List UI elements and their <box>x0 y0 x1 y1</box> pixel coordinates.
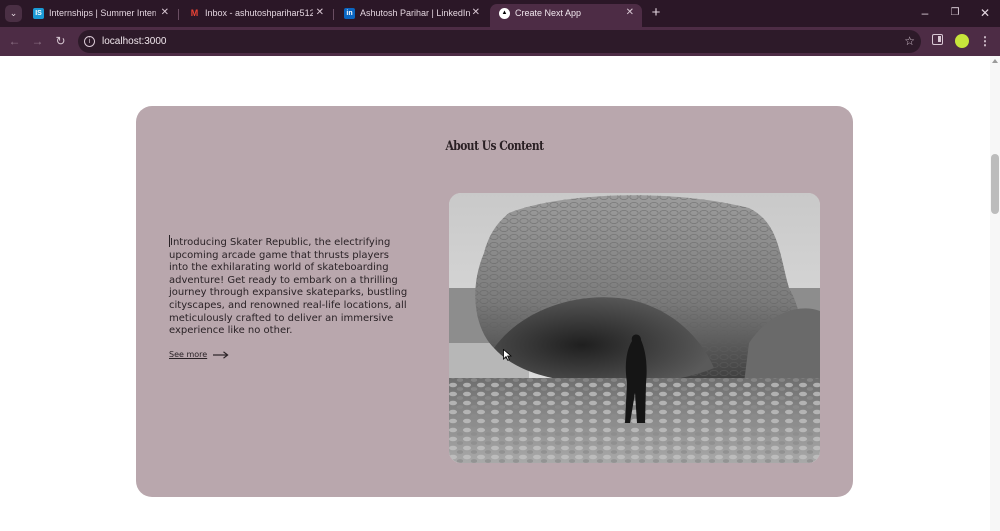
bookmark-star-icon[interactable]: ☆ <box>904 30 915 53</box>
scrollbar-thumb[interactable] <box>991 154 999 214</box>
reload-icon[interactable]: ↻ <box>52 33 69 50</box>
gmail-favicon-icon: M <box>190 8 199 18</box>
see-more-link[interactable]: See more <box>169 350 229 359</box>
close-icon[interactable]: ✕ <box>316 4 324 22</box>
rock-beach-photo <box>449 193 820 463</box>
tab-gmail-inbox[interactable]: M Inbox - ashutoshparihar512@g ✕ <box>180 4 332 27</box>
back-arrow-icon[interactable]: ← <box>6 33 23 50</box>
site-info-icon[interactable]: i <box>84 36 95 47</box>
page-scrollbar[interactable] <box>990 56 1000 531</box>
forward-arrow-icon[interactable]: → <box>29 33 46 50</box>
about-photo <box>449 193 820 463</box>
browser-toolbar: ← → ↻ i localhost:3000 ☆ <box>0 27 1000 56</box>
tab-title: Internships | Summer Internshi <box>49 8 156 18</box>
tab-divider <box>333 9 334 20</box>
about-body-text: Introducing Skater Republic, the electri… <box>169 237 408 337</box>
tab-create-next-app[interactable]: ▲ Create Next App ✕ <box>490 4 642 27</box>
new-tab-plus-icon[interactable]: + <box>648 4 664 22</box>
address-bar[interactable]: i localhost:3000 ☆ <box>78 30 921 53</box>
scroll-up-arrow-icon[interactable] <box>992 59 998 63</box>
tab-search-button[interactable]: ⌄ <box>5 5 22 22</box>
profile-avatar[interactable] <box>955 34 969 48</box>
browser-menu-kebab-icon[interactable]: ⋮ <box>979 33 991 49</box>
see-more-label[interactable]: See more <box>169 350 207 359</box>
close-window-icon[interactable]: ✕ <box>970 0 1000 26</box>
close-icon[interactable]: ✕ <box>472 4 480 22</box>
tab-divider <box>178 9 179 20</box>
tab-linkedin[interactable]: in Ashutosh Parihar | LinkedIn ✕ <box>335 4 488 27</box>
page-viewport: About Us Content Introducing Skater Repu… <box>0 56 990 531</box>
close-icon[interactable]: ✕ <box>161 4 169 22</box>
tab-title: Inbox - ashutoshparihar512@g <box>205 8 313 18</box>
url-text[interactable]: localhost:3000 <box>102 30 167 53</box>
about-us-heading: About Us Content <box>445 139 544 154</box>
linkedin-favicon-icon: in <box>344 8 355 19</box>
close-icon[interactable]: ✕ <box>626 4 634 22</box>
nextjs-favicon-icon: ▲ <box>499 8 510 19</box>
minimize-icon[interactable]: – <box>910 0 940 26</box>
internshala-favicon-icon: IS <box>33 8 44 19</box>
browser-tab-strip: ⌄ IS Internships | Summer Internshi ✕ M … <box>0 0 1000 27</box>
right-arrow-icon <box>213 350 229 359</box>
tab-title: Create Next App <box>515 8 582 18</box>
side-panel-icon[interactable] <box>932 34 943 45</box>
restore-window-icon[interactable]: ❐ <box>940 0 970 26</box>
tab-internships[interactable]: IS Internships | Summer Internshi ✕ <box>24 4 177 27</box>
mouse-pointer-icon <box>503 349 512 361</box>
about-description: Introducing Skater Republic, the electri… <box>169 235 411 338</box>
about-us-section: About Us Content Introducing Skater Repu… <box>136 106 853 497</box>
tab-title: Ashutosh Parihar | LinkedIn <box>360 8 471 18</box>
